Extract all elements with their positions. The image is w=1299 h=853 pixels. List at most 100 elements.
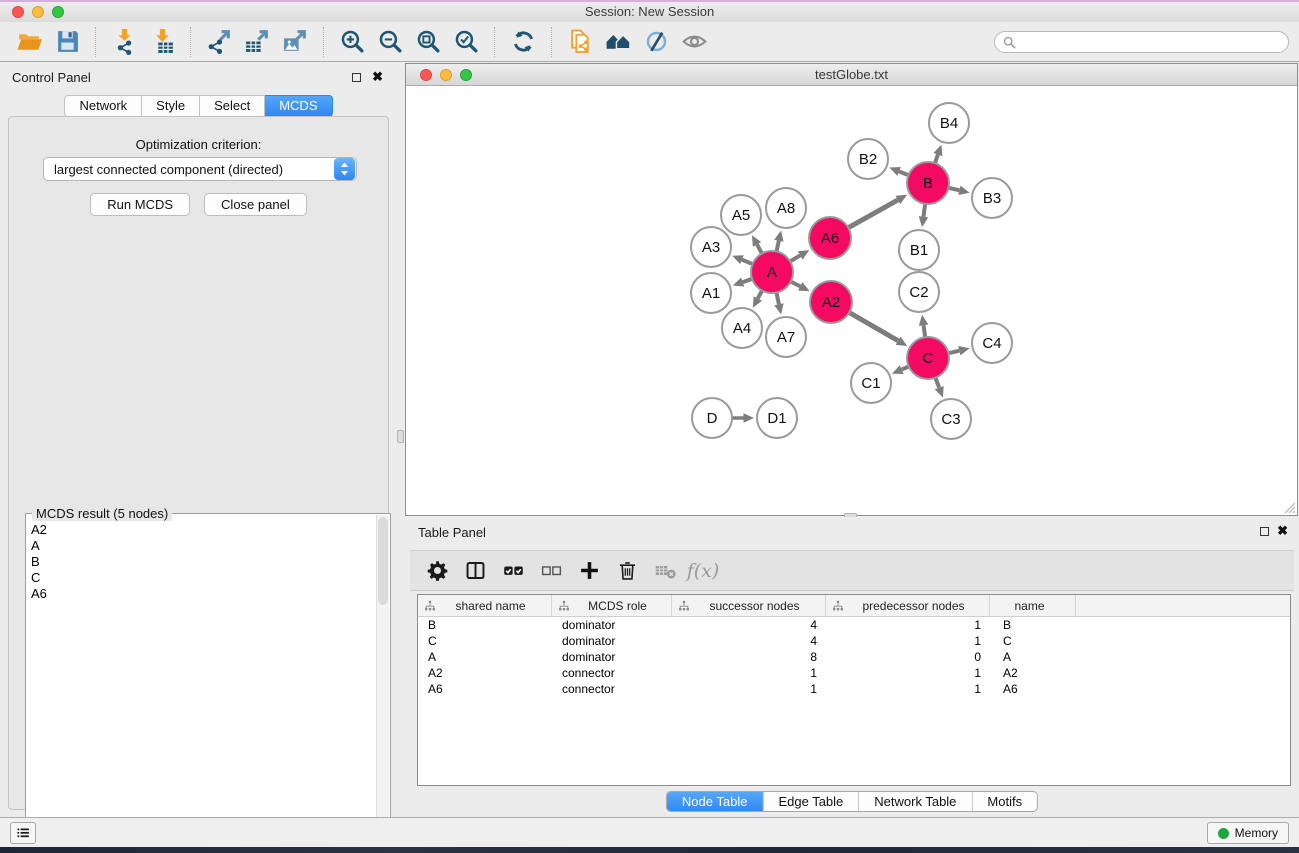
table-cell[interactable]: C (990, 633, 1076, 649)
criterion-select[interactable]: largest connected component (directed) (43, 157, 357, 181)
table-cell[interactable]: 0 (826, 649, 990, 665)
table-row[interactable]: A6connector11A6 (418, 681, 1290, 697)
table-row[interactable]: Bdominator41B (418, 617, 1290, 633)
close-panel-button[interactable]: Close panel (204, 193, 307, 216)
tab-mcds[interactable]: MCDS (265, 95, 332, 117)
vertical-splitter[interactable] (397, 62, 405, 817)
export-image-button[interactable] (276, 25, 314, 59)
edge-A2-C[interactable] (847, 311, 898, 340)
create-column-icon (578, 559, 601, 582)
show-hide-eye-button[interactable] (675, 25, 713, 59)
result-list-item[interactable]: B (28, 554, 374, 570)
search-input[interactable] (1020, 33, 1288, 51)
table-row[interactable]: Cdominator41C (418, 633, 1290, 649)
table-cell[interactable]: C (418, 633, 552, 649)
tab-style[interactable]: Style (142, 95, 200, 117)
table-cell[interactable]: A2 (990, 665, 1076, 681)
window-resize-grip-icon[interactable] (1281, 499, 1296, 514)
table-cell[interactable]: 8 (672, 649, 826, 665)
column-header-predecessor-nodes[interactable]: predecessor nodes (826, 595, 990, 617)
table-cell[interactable]: B (990, 617, 1076, 633)
table-cell[interactable]: 1 (672, 681, 826, 697)
create-column-button[interactable] (576, 558, 602, 584)
select-all-columns-icon (502, 559, 525, 582)
task-history-button[interactable] (10, 822, 36, 844)
network-graph-canvas[interactable]: AA1A2A3A4A5A6A7A8BB1B2B3B4CC1C2C3C4DD1 (406, 87, 1297, 515)
column-layout-icon (464, 559, 487, 582)
float-panel-icon[interactable] (352, 73, 361, 82)
select-all-columns-button[interactable] (500, 558, 526, 584)
graph-node-label-B1: B1 (910, 242, 928, 259)
export-network-icon (206, 28, 233, 55)
graphics-details-button[interactable] (637, 25, 675, 59)
splitter-grip-icon[interactable] (397, 430, 404, 443)
tab-network-table[interactable]: Network Table (858, 792, 971, 812)
duplicate-network-button[interactable] (561, 25, 599, 59)
delete-columns-button[interactable] (614, 558, 640, 584)
table-cell[interactable]: connector (552, 665, 672, 681)
table-cell[interactable]: A (990, 649, 1076, 665)
column-header-successor-nodes[interactable]: successor nodes (672, 595, 826, 617)
table-row[interactable]: A2connector11A2 (418, 665, 1290, 681)
attribute-icon (424, 600, 436, 612)
table-cell[interactable]: dominator (552, 649, 672, 665)
result-list-item[interactable]: A (28, 538, 374, 554)
table-cell[interactable]: 4 (672, 633, 826, 649)
edge-A6-B[interactable] (847, 200, 898, 229)
close-panel-icon[interactable]: ✖ (372, 69, 383, 85)
tab-node-table[interactable]: Node Table (667, 792, 763, 812)
column-layout-button[interactable] (462, 558, 488, 584)
show-hide-eye-icon (681, 28, 708, 55)
export-network-button[interactable] (200, 25, 238, 59)
refresh-button[interactable] (504, 25, 542, 59)
result-list-item[interactable]: A2 (28, 522, 374, 538)
search-field[interactable] (994, 31, 1289, 53)
run-mcds-button[interactable]: Run MCDS (90, 193, 190, 216)
open-session-button[interactable] (10, 25, 48, 59)
zoom-fit-button[interactable] (409, 25, 447, 59)
tab-edge-table[interactable]: Edge Table (762, 792, 858, 812)
table-cell[interactable]: 4 (672, 617, 826, 633)
result-scrollbar-thumb[interactable] (378, 517, 388, 605)
memory-button[interactable]: Memory (1207, 822, 1289, 844)
status-bar: Memory (0, 817, 1299, 847)
network-window-titlebar[interactable]: testGlobe.txt (406, 64, 1297, 86)
column-header-MCDS-role[interactable]: MCDS role (552, 595, 672, 617)
zoom-in-button[interactable] (333, 25, 371, 59)
table-row[interactable]: Adominator80A (418, 649, 1290, 665)
tab-motifs[interactable]: Motifs (971, 792, 1037, 812)
table-cell[interactable]: dominator (552, 633, 672, 649)
zoom-selected-button[interactable] (447, 25, 485, 59)
column-header-name[interactable]: name (990, 595, 1076, 617)
float-table-panel-icon[interactable] (1260, 527, 1269, 536)
deselect-all-columns-button[interactable] (538, 558, 564, 584)
table-settings-button[interactable] (424, 558, 450, 584)
tab-network[interactable]: Network (64, 95, 142, 117)
result-list-item[interactable]: A6 (28, 586, 374, 602)
import-network-button[interactable] (105, 25, 143, 59)
table-cell[interactable]: 1 (826, 633, 990, 649)
table-cell[interactable]: 1 (672, 665, 826, 681)
table-cell[interactable]: A2 (418, 665, 552, 681)
delete-table-button (652, 558, 678, 584)
table-cell[interactable]: A (418, 649, 552, 665)
table-panel: Table Panel ✖ f(x) shared nameMCDS roles… (405, 517, 1299, 817)
export-table-button[interactable] (238, 25, 276, 59)
table-cell[interactable]: 1 (826, 617, 990, 633)
save-session-button[interactable] (48, 25, 86, 59)
zoom-out-button[interactable] (371, 25, 409, 59)
table-cell[interactable]: 1 (826, 681, 990, 697)
home-button[interactable] (599, 25, 637, 59)
result-scrollbar[interactable] (376, 515, 389, 853)
table-cell[interactable]: 1 (826, 665, 990, 681)
table-cell[interactable]: A6 (418, 681, 552, 697)
close-table-panel-icon[interactable]: ✖ (1277, 523, 1288, 539)
result-list-item[interactable]: C (28, 570, 374, 586)
column-header-shared-name[interactable]: shared name (418, 595, 552, 617)
import-table-button[interactable] (143, 25, 181, 59)
table-cell[interactable]: A6 (990, 681, 1076, 697)
table-cell[interactable]: dominator (552, 617, 672, 633)
table-cell[interactable]: connector (552, 681, 672, 697)
tab-select[interactable]: Select (200, 95, 265, 117)
table-cell[interactable]: B (418, 617, 552, 633)
